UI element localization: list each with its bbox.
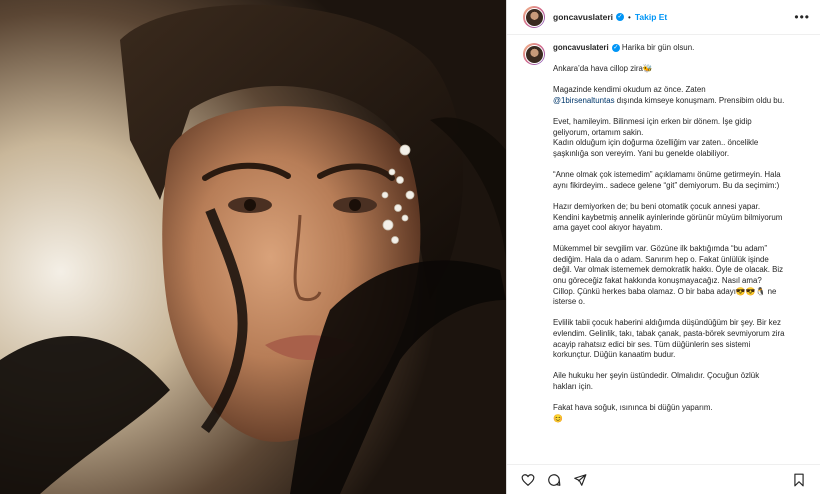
caption-first-line: goncavuslateri ✓ Harika bir gün olsun.: [553, 43, 785, 54]
mention-trailing-text: dışında kimseye konuşmam. Prensibim oldu…: [614, 95, 785, 105]
caption-paragraph: Hazır demiyorken de; bu beni otomatik ço…: [553, 201, 785, 233]
action-bar: [507, 464, 820, 494]
header-username[interactable]: goncavuslateri: [553, 12, 613, 22]
caption-verified-icon: ✓: [611, 43, 620, 52]
post-header: goncavuslateri ✓ • Takip Et •••: [507, 0, 820, 35]
caption-paragraph: “Anne olmak çok istemedim” açıklamamı ön…: [553, 170, 783, 190]
caption-first-text: Harika bir gün olsun.: [621, 43, 695, 52]
bookmark-icon[interactable]: [792, 473, 806, 487]
mention-link[interactable]: @1birsenaltuntas: [553, 96, 615, 105]
more-icon[interactable]: •••: [794, 10, 810, 24]
caption-paragraph: Evlilik tabii çocuk haberini aldığımda d…: [553, 318, 787, 360]
post-side-panel: goncavuslateri ✓ • Takip Et ••• goncavus…: [506, 0, 820, 494]
caption-paragraph: Mükemmel bir sevgilim var. Gözüne ilk ba…: [553, 244, 786, 307]
caption-area: goncavuslateri ✓ Harika bir gün olsun. An…: [507, 35, 820, 464]
verified-icon: ✓: [616, 13, 624, 21]
caption-username[interactable]: goncavuslateri: [553, 43, 609, 52]
caption-paragraph: Ankara’da hava cillop zira🐝: [553, 64, 653, 74]
share-icon[interactable]: [573, 473, 587, 487]
portrait-image: [0, 0, 506, 494]
separator-dot: •: [628, 12, 631, 22]
caption-paragraph: Evet, hamileyim. Bilinmesi için erken bi…: [553, 117, 754, 137]
caption-paragraph: @1birsenaltuntas dışında kimseye konuşma…: [553, 96, 785, 107]
post-photo[interactable]: [0, 0, 506, 494]
caption-avatar[interactable]: [523, 43, 545, 65]
caption-paragraph: Kadın olduğum için doğurma özelliğim var…: [553, 138, 761, 158]
caption-paragraph: Aile hukuku her şeyin üstündedir. Olmalı…: [553, 371, 762, 391]
instagram-post: goncavuslateri ✓ • Takip Et ••• goncavus…: [0, 0, 820, 494]
caption-text: goncavuslateri ✓ Harika bir gün olsun. An…: [553, 43, 785, 435]
follow-button[interactable]: Takip Et: [635, 12, 667, 22]
caption-paragraph: Magazinde kendimi okudum az önce. Zaten: [553, 85, 706, 95]
caption-paragraph: Fakat hava soğuk, ısınınca bi düğün yapa…: [553, 403, 713, 413]
caption-paragraph: 😊: [553, 413, 563, 423]
heart-icon[interactable]: [521, 473, 535, 487]
caption-row: goncavuslateri ✓ Harika bir gün olsun. An…: [523, 43, 804, 435]
comment-icon[interactable]: [547, 473, 561, 487]
avatar[interactable]: [523, 6, 545, 28]
